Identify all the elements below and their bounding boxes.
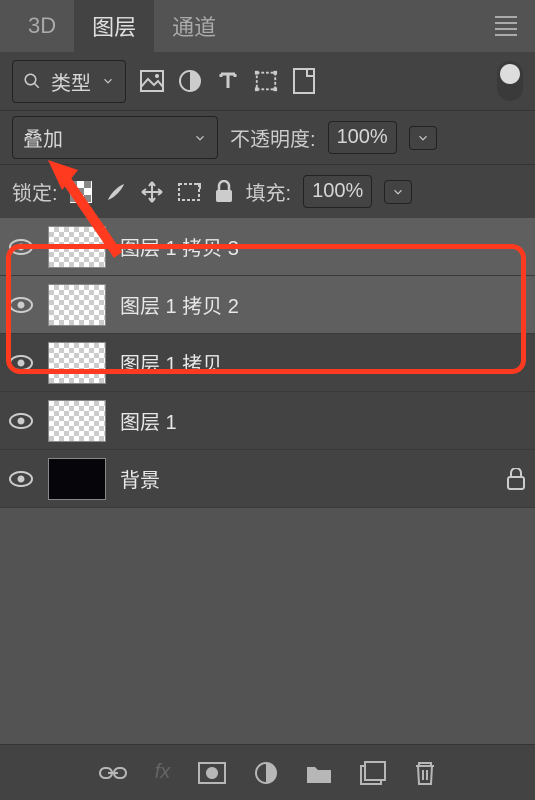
visibility-toggle[interactable] <box>8 471 34 487</box>
lock-artboard-icon[interactable] <box>176 181 202 203</box>
opacity-label: 不透明度: <box>230 123 316 152</box>
lock-label: 锁定: <box>12 177 58 206</box>
tab-layers[interactable]: 图层 <box>74 0 154 52</box>
layers-list: 图层 1 拷贝 3 图层 1 拷贝 2 图层 1 拷贝 图层 1 背景 <box>0 218 535 508</box>
bottom-toolbar: fx <box>0 744 535 800</box>
fill-dropdown[interactable] <box>384 180 412 204</box>
layer-row[interactable]: 图层 1 拷贝 2 <box>0 276 535 334</box>
layer-name[interactable]: 背景 <box>120 464 493 493</box>
layer-thumbnail[interactable] <box>48 458 106 500</box>
lock-transparency-icon[interactable] <box>70 181 92 203</box>
chevron-down-icon <box>416 131 430 145</box>
adjustment-layer-icon[interactable] <box>254 761 278 785</box>
lock-position-icon[interactable] <box>140 180 164 204</box>
lock-indicator-icon <box>507 468 527 490</box>
filter-smart-icon[interactable] <box>292 69 316 93</box>
fx-icon[interactable]: fx <box>155 761 171 784</box>
tab-channels[interactable]: 通道 <box>154 0 234 52</box>
tab-3d[interactable]: 3D <box>10 0 74 52</box>
filter-toolbar: 类型 <box>0 52 535 110</box>
visibility-toggle[interactable] <box>8 413 34 429</box>
layer-row[interactable]: 图层 1 拷贝 3 <box>0 218 535 276</box>
layer-row[interactable]: 背景 <box>0 450 535 508</box>
layer-row[interactable]: 图层 1 <box>0 392 535 450</box>
visibility-toggle[interactable] <box>8 355 34 371</box>
blend-mode-dropdown[interactable]: 叠加 <box>12 116 218 159</box>
lock-toolbar: 锁定: 填充: 100% <box>0 164 535 218</box>
chevron-down-icon <box>101 74 115 88</box>
filter-image-icon[interactable] <box>140 69 164 93</box>
new-layer-icon[interactable] <box>360 761 386 785</box>
filter-label: 类型 <box>51 67 91 96</box>
layer-name[interactable]: 图层 1 拷贝 3 <box>120 232 527 261</box>
fill-value[interactable]: 100% <box>303 175 372 208</box>
panel-tabs: 3D 图层 通道 <box>0 0 535 52</box>
lock-all-icon[interactable] <box>214 180 234 204</box>
filter-toggle[interactable] <box>497 61 523 101</box>
opacity-dropdown[interactable] <box>409 126 437 150</box>
layer-row[interactable]: 图层 1 拷贝 <box>0 334 535 392</box>
blend-mode-value: 叠加 <box>23 123 63 152</box>
opacity-value[interactable]: 100% <box>328 121 397 154</box>
layer-thumbnail[interactable] <box>48 400 106 442</box>
layer-thumbnail[interactable] <box>48 226 106 268</box>
lock-brush-icon[interactable] <box>104 180 128 204</box>
filter-type-icon[interactable] <box>216 69 240 93</box>
filter-shape-icon[interactable] <box>254 69 278 93</box>
layer-name[interactable]: 图层 1 拷贝 <box>120 348 527 377</box>
search-icon <box>23 72 41 90</box>
filter-adjust-icon[interactable] <box>178 69 202 93</box>
chevron-down-icon <box>193 131 207 145</box>
visibility-toggle[interactable] <box>8 239 34 255</box>
link-layers-icon[interactable] <box>99 765 127 781</box>
layer-name[interactable]: 图层 1 拷贝 2 <box>120 290 527 319</box>
blend-toolbar: 叠加 不透明度: 100% <box>0 110 535 164</box>
layer-name[interactable]: 图层 1 <box>120 406 527 435</box>
visibility-toggle[interactable] <box>8 297 34 313</box>
mask-icon[interactable] <box>198 762 226 784</box>
layer-thumbnail[interactable] <box>48 284 106 326</box>
group-icon[interactable] <box>306 762 332 784</box>
layer-thumbnail[interactable] <box>48 342 106 384</box>
filter-type-dropdown[interactable]: 类型 <box>12 60 126 103</box>
chevron-down-icon <box>391 185 405 199</box>
delete-layer-icon[interactable] <box>414 760 436 786</box>
fill-label: 填充: <box>246 177 292 206</box>
panel-menu-icon[interactable] <box>487 8 525 44</box>
